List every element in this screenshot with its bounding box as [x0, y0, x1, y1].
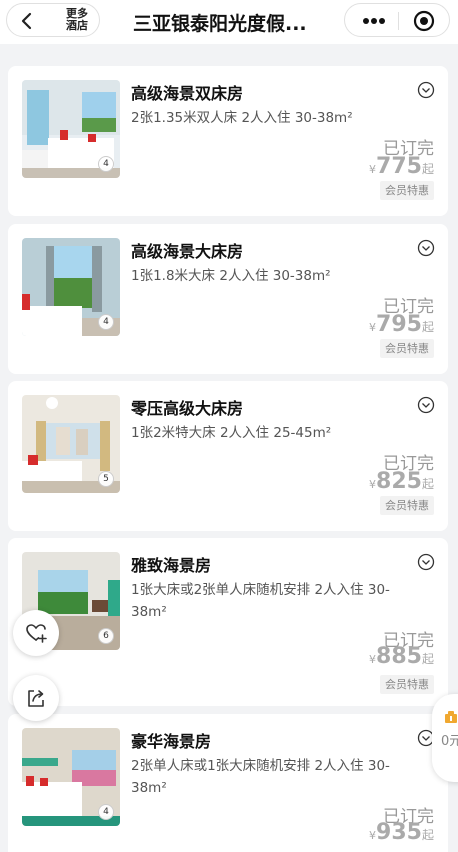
price-suffix: 起 [421, 162, 434, 176]
room-photo[interactable]: 4 [22, 80, 120, 178]
photo-count-badge: 4 [98, 156, 114, 172]
room-card[interactable]: 4 豪华海景房 2张单人床或1张大床随机安排 2人入住 30-38m² 已订完 … [8, 714, 448, 852]
member-discount-badge: 会员特惠 [380, 181, 434, 200]
room-card[interactable]: 5 零压高级大床房 1张2米特大床 2人入住 25-45m² 已订完 ¥825起… [8, 381, 448, 531]
room-description: 1张2米特大床 2人入住 25-45m² [131, 425, 332, 441]
room-card[interactable]: 4 高级海景大床房 1张1.8米大床 2人入住 30-38m² 已订完 ¥795… [8, 224, 448, 374]
heart-plus-icon [26, 624, 47, 643]
price-amount: 885 [376, 644, 422, 669]
cart-icon [445, 711, 457, 723]
room-photo[interactable]: 4 [22, 728, 120, 826]
page-title: 三亚银泰阳光度假... [133, 13, 307, 35]
room-name: 高级海景大床房 [131, 242, 244, 261]
mini-program-capsule [344, 3, 450, 37]
price-suffix: 起 [421, 320, 434, 334]
member-discount-badge: 会员特惠 [380, 339, 434, 358]
currency-symbol: ¥ [369, 829, 377, 842]
room-description: 1张大床或2张单人床随机安排 2人入住 30-38m² [131, 582, 390, 620]
currency-symbol: ¥ [369, 163, 377, 176]
room-name: 零压高级大床房 [131, 399, 244, 418]
chevron-down-circle-icon[interactable] [417, 553, 435, 571]
room-card[interactable]: 4 高级海景双床房 2张1.35米双人床 2人入住 30-38m² 已订完 ¥7… [8, 66, 448, 216]
price-amount: 935 [376, 820, 422, 845]
price-amount: 825 [376, 469, 422, 494]
capsule-divider [398, 12, 399, 30]
photo-count-badge: 4 [98, 804, 114, 820]
chevron-down-circle-icon[interactable] [417, 239, 435, 257]
price: ¥825起 [369, 469, 434, 494]
price-suffix: 起 [421, 828, 434, 842]
share-icon [28, 690, 44, 707]
favorite-button[interactable] [13, 610, 59, 656]
room-description: 2张单人床或1张大床随机安排 2人入住 30-38m² [131, 758, 390, 796]
room-card[interactable]: 6 雅致海景房 1张大床或2张单人床随机安排 2人入住 30-38m² 已订完 … [8, 538, 448, 706]
more-hotels-button[interactable]: 更多酒店 [62, 8, 92, 32]
share-button[interactable] [13, 675, 59, 721]
photo-count-badge: 5 [98, 471, 114, 487]
room-name: 豪华海景房 [131, 732, 212, 751]
price-suffix: 起 [421, 652, 434, 666]
room-photo[interactable]: 5 [22, 395, 120, 493]
price-amount: 795 [376, 312, 422, 337]
room-name: 雅致海景房 [131, 556, 212, 575]
member-discount-badge: 会员特惠 [380, 496, 434, 515]
cart-total-label: 0元 [441, 734, 458, 749]
currency-symbol: ¥ [369, 653, 377, 666]
room-photo[interactable]: 4 [22, 238, 120, 336]
chevron-left-icon[interactable] [17, 11, 37, 31]
member-discount-badge: 会员特惠 [380, 675, 434, 694]
navigation-bar: 更多酒店 三亚银泰阳光度假... [0, 0, 458, 44]
room-description: 1张1.8米大床 2人入住 30-38m² [131, 268, 331, 284]
currency-symbol: ¥ [369, 478, 377, 491]
price-suffix: 起 [421, 477, 434, 491]
photo-count-badge: 6 [98, 628, 114, 644]
room-description: 2张1.35米双人床 2人入住 30-38m² [131, 110, 353, 126]
nav-left-capsule: 更多酒店 [6, 3, 100, 37]
target-circle-icon[interactable] [413, 10, 435, 32]
currency-symbol: ¥ [369, 321, 377, 334]
more-dots-icon[interactable] [362, 17, 386, 25]
price: ¥885起 [369, 644, 434, 669]
room-name: 高级海景双床房 [131, 84, 244, 103]
chevron-down-circle-icon[interactable] [417, 81, 435, 99]
cart-tab[interactable]: 0元 [432, 694, 458, 782]
price: ¥775起 [369, 154, 434, 179]
chevron-down-circle-icon[interactable] [417, 396, 435, 414]
photo-count-badge: 4 [98, 314, 114, 330]
price: ¥935起 [369, 820, 434, 845]
price: ¥795起 [369, 312, 434, 337]
price-amount: 775 [376, 154, 422, 179]
